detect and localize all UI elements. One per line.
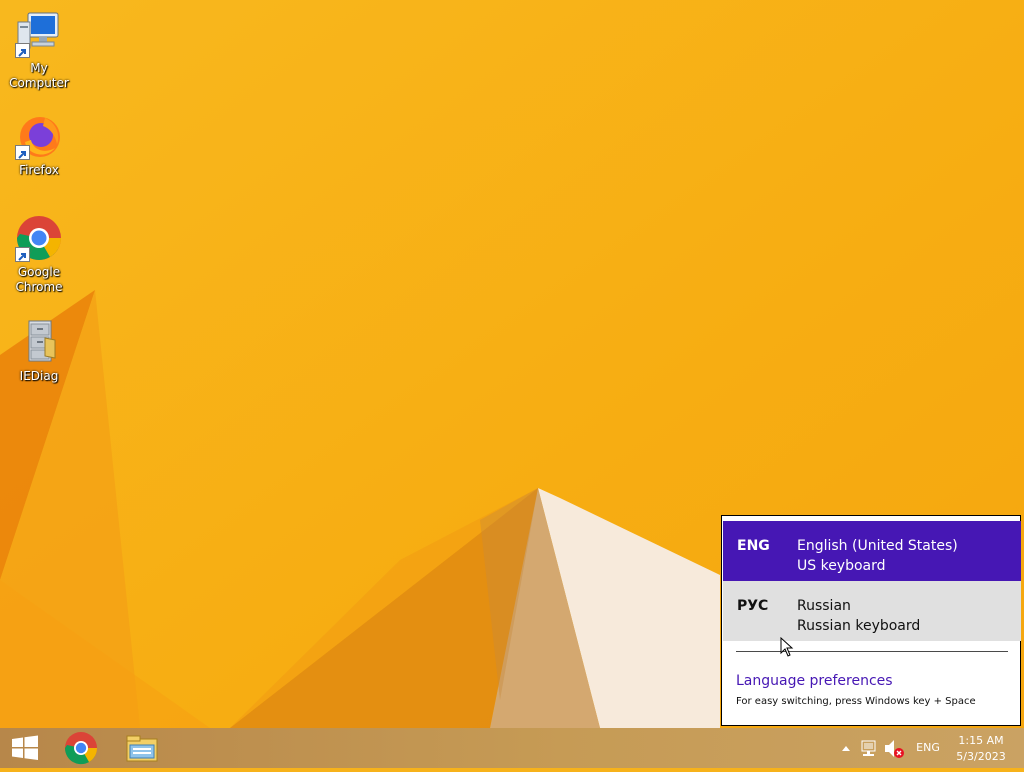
language-code: ENG [737,538,770,554]
language-code: РУС [737,598,769,614]
computer-icon [15,10,63,58]
firefox-icon [15,112,63,160]
mouse-cursor-icon [780,637,794,657]
input-language-indicator[interactable]: ENG [911,728,945,768]
chrome-icon [15,214,63,262]
desktop-icon-my-computer[interactable]: My Computer [0,10,78,91]
volume-button[interactable] [882,728,906,768]
shortcut-arrow-icon [15,145,30,160]
network-icon [861,740,876,756]
desktop-icon-label: IEDiag [19,369,59,383]
divider [736,651,1008,652]
volume-muted-icon [885,740,904,758]
desktop-icon-google-chrome[interactable]: Google Chrome [0,214,78,295]
language-item-russian[interactable]: РУС Russian Russian keyboard [723,581,1021,641]
desktop-icon-label: Google Chrome [15,265,63,294]
keyboard-layout: Russian keyboard [797,618,921,634]
desktop-icon-label: My Computer [9,61,69,90]
start-button[interactable] [0,728,50,768]
language-item-english[interactable]: ENG English (United States) US keyboard [723,521,1021,581]
desktop-icon-label: Firefox [19,163,59,177]
clock[interactable]: 1:15 AM 5/3/2023 [950,728,1012,768]
clock-time: 1:15 AM [958,734,1004,747]
file-explorer-icon [126,735,158,762]
taskbar-file-explorer-button[interactable] [118,728,166,768]
language-switcher-popup: ENG English (United States) US keyboard … [721,515,1021,726]
chrome-icon [64,732,98,765]
desktop-icon-iediag[interactable]: IEDiag [0,318,78,384]
desktop: My Computer Firefox Google Chrome IEDiag… [0,0,1024,728]
clock-date: 5/3/2023 [956,750,1006,763]
shortcut-arrow-icon [15,247,30,262]
show-hidden-icons-arrow [842,746,850,751]
windows-start-icon [12,735,38,760]
taskbar: ENG 1:15 AM 5/3/2023 [0,728,1024,768]
language-name: Russian [797,598,851,614]
desktop-icon-firefox[interactable]: Firefox [0,112,78,178]
switching-hint: For easy switching, press Windows key + … [736,696,976,707]
shortcut-arrow-icon [15,43,30,58]
file-cabinet-icon [15,318,63,366]
keyboard-layout: US keyboard [797,558,886,574]
taskbar-chrome-button[interactable] [57,728,105,768]
network-status-button[interactable] [858,728,880,768]
language-name: English (United States) [797,538,958,554]
show-hidden-icons-button[interactable] [838,728,854,768]
language-preferences-link[interactable]: Language preferences [736,673,893,689]
